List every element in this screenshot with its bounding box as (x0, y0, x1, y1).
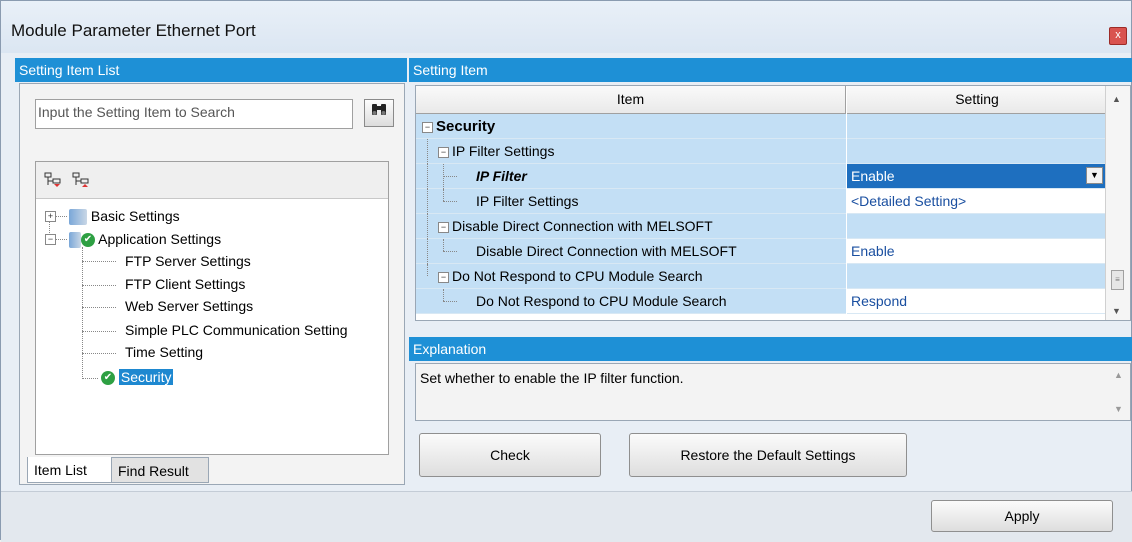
collapse-icon[interactable]: − (438, 222, 449, 233)
scroll-down-icon[interactable]: ▼ (1112, 306, 1121, 316)
search-input[interactable]: Input the Setting Item to Search (35, 99, 353, 129)
select-value: Enable (851, 168, 895, 184)
scroll-up-icon[interactable]: ▲ (1112, 94, 1121, 104)
tree-connector (82, 285, 116, 286)
tab-item-list[interactable]: Item List (27, 457, 119, 483)
row-label: Do Not Respond to CPU Module Search (452, 268, 703, 284)
ip-filter-select[interactable]: Enable ▼ (847, 164, 1107, 189)
tree-connector (443, 239, 444, 251)
explanation-panel: Set whether to enable the IP filter func… (415, 363, 1131, 421)
tree-connector (82, 378, 98, 379)
explanation-scrollbar[interactable]: ▲ ▼ (1108, 368, 1128, 418)
title-bar: Module Parameter Ethernet Port x (1, 1, 1131, 53)
chevron-down-icon[interactable]: ▼ (1086, 167, 1103, 184)
explanation-text: Set whether to enable the IP filter func… (420, 370, 684, 386)
tree-item-web-server[interactable]: Web Server Settings (125, 297, 253, 315)
tree-item-basic-settings[interactable]: Basic Settings (69, 207, 180, 226)
tree-connector (55, 216, 67, 217)
row-label: Do Not Respond to CPU Module Search (476, 293, 727, 309)
search-button[interactable] (364, 99, 394, 127)
tree-item-label: Application Settings (98, 231, 222, 247)
tree-connector (427, 164, 428, 189)
item-cell: Disable Direct Connection with MELSOFT (416, 239, 846, 264)
tree-item-ftp-client[interactable]: FTP Client Settings (125, 275, 245, 293)
row-label: Security (436, 118, 496, 135)
setting-item-header: Setting Item (409, 58, 1132, 82)
setting-item-list-header: Setting Item List (15, 58, 407, 82)
window-title: Module Parameter Ethernet Port (11, 21, 256, 40)
left-tab-bar: Item List Find Result (19, 457, 405, 485)
module-icon (69, 232, 81, 249)
explanation-header: Explanation (409, 337, 1132, 361)
row-label: IP Filter (476, 168, 527, 184)
binoculars-icon (370, 104, 388, 121)
apply-button[interactable]: Apply (931, 500, 1113, 532)
tree-item-label: Security (118, 369, 174, 385)
item-cell: − IP Filter Settings (416, 139, 846, 164)
item-cell: IP Filter (416, 164, 846, 189)
item-cell: − Security (416, 114, 846, 139)
tree-item-security[interactable]: ✔ Security (101, 368, 174, 386)
row-label: Disable Direct Connection with MELSOFT (452, 218, 713, 234)
tree-connector (443, 201, 457, 202)
tree-connector (443, 251, 457, 252)
grid-scrollbar[interactable]: ▲ ≡ ▼ (1105, 86, 1130, 320)
row-label: IP Filter Settings (452, 143, 555, 159)
module-icon (69, 209, 87, 226)
column-header-item[interactable]: Item (416, 86, 846, 114)
tree-connector (443, 301, 457, 302)
setting-cell[interactable]: Enable (847, 239, 1107, 264)
tree-connector (82, 261, 116, 262)
tree-connector (443, 176, 457, 177)
tree-item-label: Basic Settings (90, 208, 180, 224)
tree-connector (427, 214, 428, 239)
checkmark-icon: ✔ (101, 371, 115, 386)
item-cell: − Do Not Respond to CPU Module Search (416, 264, 846, 289)
collapse-all-icon[interactable] (72, 172, 89, 187)
setting-cell (847, 214, 1107, 239)
setting-cell (847, 114, 1107, 139)
tab-find-result[interactable]: Find Result (111, 457, 209, 483)
check-button[interactable]: Check (419, 433, 601, 477)
scroll-thumb[interactable]: ≡ (1111, 270, 1124, 290)
tree-toolbar (36, 162, 388, 199)
tree-item-application-settings[interactable]: ✔ Application Settings (69, 230, 222, 249)
tree-connector (443, 189, 444, 201)
window: Module Parameter Ethernet Port x Setting… (0, 0, 1132, 542)
tree-connector (427, 189, 428, 214)
tree-connector (427, 264, 428, 276)
collapse-icon[interactable]: − (422, 122, 433, 133)
item-cell: − Disable Direct Connection with MELSOFT (416, 214, 846, 239)
setting-cell (847, 139, 1107, 164)
close-button[interactable]: x (1109, 27, 1127, 45)
detailed-setting-link[interactable]: <Detailed Setting> (847, 189, 1107, 214)
setting-cell[interactable]: Respond (847, 289, 1107, 314)
restore-defaults-button[interactable]: Restore the Default Settings (629, 433, 907, 477)
tree-item-time-setting[interactable]: Time Setting (125, 343, 203, 361)
setting-cell (847, 264, 1107, 289)
item-cell: IP Filter Settings (416, 189, 846, 214)
row-label: IP Filter Settings (476, 193, 579, 209)
tree-connector (82, 247, 83, 379)
scroll-down-icon[interactable]: ▼ (1114, 404, 1123, 414)
tree-connector (427, 139, 428, 164)
tree-connector (443, 289, 444, 301)
collapse-icon[interactable]: − (438, 272, 449, 283)
tree-connector (82, 353, 116, 354)
item-cell: Do Not Respond to CPU Module Search (416, 289, 846, 314)
tree-item-ftp-server[interactable]: FTP Server Settings (125, 252, 251, 270)
checkmark-icon: ✔ (81, 233, 95, 248)
tree-connector (55, 239, 67, 240)
column-header-setting[interactable]: Setting (847, 86, 1107, 114)
tree-connector (82, 331, 116, 332)
tree-connector (427, 239, 428, 264)
footer-bar: Apply (1, 491, 1132, 542)
scroll-up-icon[interactable]: ▲ (1114, 370, 1123, 380)
tree-connector (82, 307, 116, 308)
tree-item-simple-plc[interactable]: Simple PLC Communication Setting (125, 321, 348, 339)
row-label: Disable Direct Connection with MELSOFT (476, 243, 737, 259)
expand-all-icon[interactable] (44, 172, 61, 187)
settings-grid: Item Setting − Security − IP Filter Sett… (415, 85, 1131, 321)
collapse-icon[interactable]: − (438, 147, 449, 158)
